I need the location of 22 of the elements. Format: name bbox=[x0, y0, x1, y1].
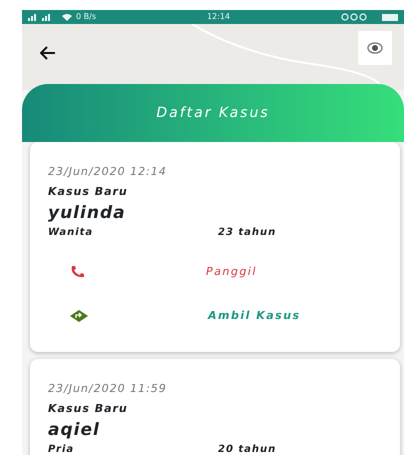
call-button[interactable]: Panggil bbox=[206, 264, 257, 280]
patient-name: yulinda bbox=[48, 202, 127, 224]
patient-gender: Wanita bbox=[48, 226, 94, 240]
case-date: 23/Jun/2020 12:14 bbox=[48, 164, 168, 180]
battery-icon bbox=[382, 14, 398, 20]
case-status: Kasus Baru bbox=[48, 401, 129, 417]
clock: 12:14 bbox=[206, 11, 232, 23]
take-case-button[interactable]: Ambil Kasus bbox=[208, 308, 301, 324]
case-date: 23/Jun/2020 11:59 bbox=[48, 381, 168, 397]
back-arrow-icon[interactable] bbox=[40, 46, 56, 60]
header-title: Daftar Kasus bbox=[156, 104, 270, 122]
wifi-icon bbox=[62, 13, 72, 21]
location-target-icon bbox=[367, 41, 383, 55]
network-speed: 0 B/s bbox=[76, 11, 96, 23]
case-status: Kasus Baru bbox=[48, 184, 129, 200]
direction-sign-icon bbox=[70, 310, 88, 322]
patient-name: aqiel bbox=[48, 419, 101, 441]
patient-gender: Pria bbox=[48, 443, 76, 455]
patient-age: 23 tahun bbox=[218, 226, 276, 240]
patient-age: 20 tahun bbox=[218, 443, 276, 455]
phone-icon bbox=[70, 265, 86, 279]
my-location-button[interactable] bbox=[358, 31, 392, 65]
